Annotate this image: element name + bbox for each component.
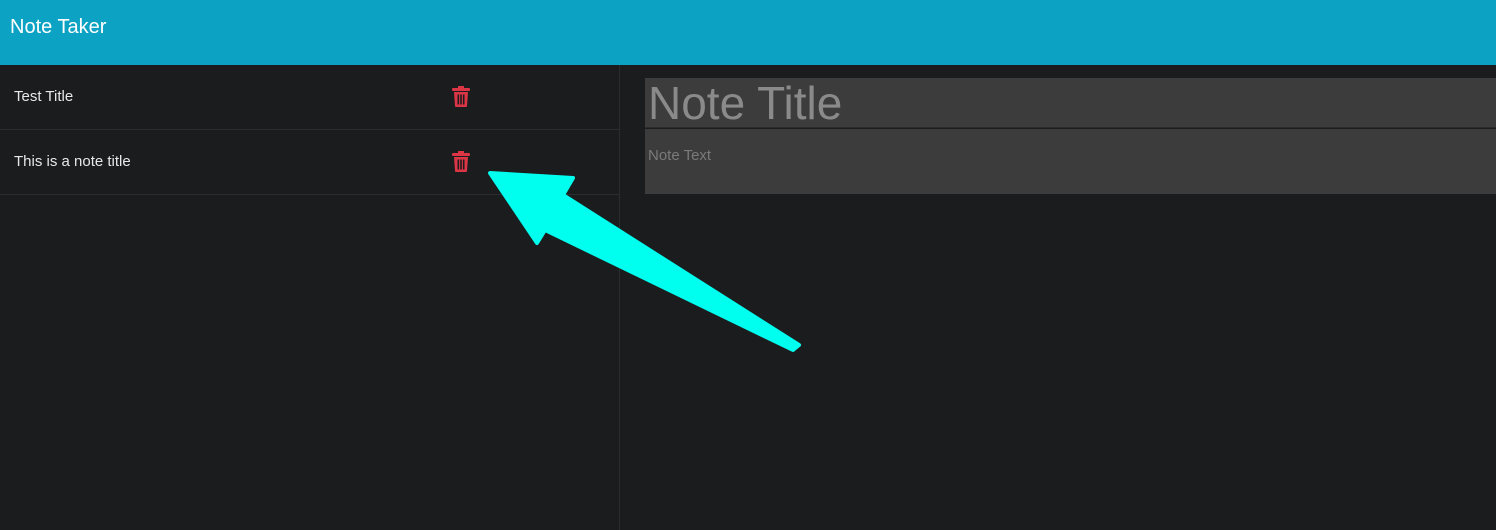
note-list: Test Title This is a note title [0, 65, 620, 530]
note-item-title: Test Title [14, 88, 74, 105]
delete-note-button[interactable] [452, 86, 470, 107]
app-brand[interactable]: Note Taker [10, 15, 106, 39]
note-text-input[interactable] [645, 129, 1496, 194]
note-item-title: This is a note title [14, 153, 131, 170]
delete-note-button[interactable] [452, 151, 470, 172]
note-list-item[interactable]: This is a note title [0, 130, 620, 195]
note-list-item[interactable]: Test Title [0, 65, 620, 130]
note-editor [621, 65, 1496, 530]
trash-icon [452, 86, 470, 107]
navbar: Note Taker [0, 0, 1496, 65]
trash-icon [452, 151, 470, 172]
note-title-input[interactable] [645, 78, 1496, 128]
